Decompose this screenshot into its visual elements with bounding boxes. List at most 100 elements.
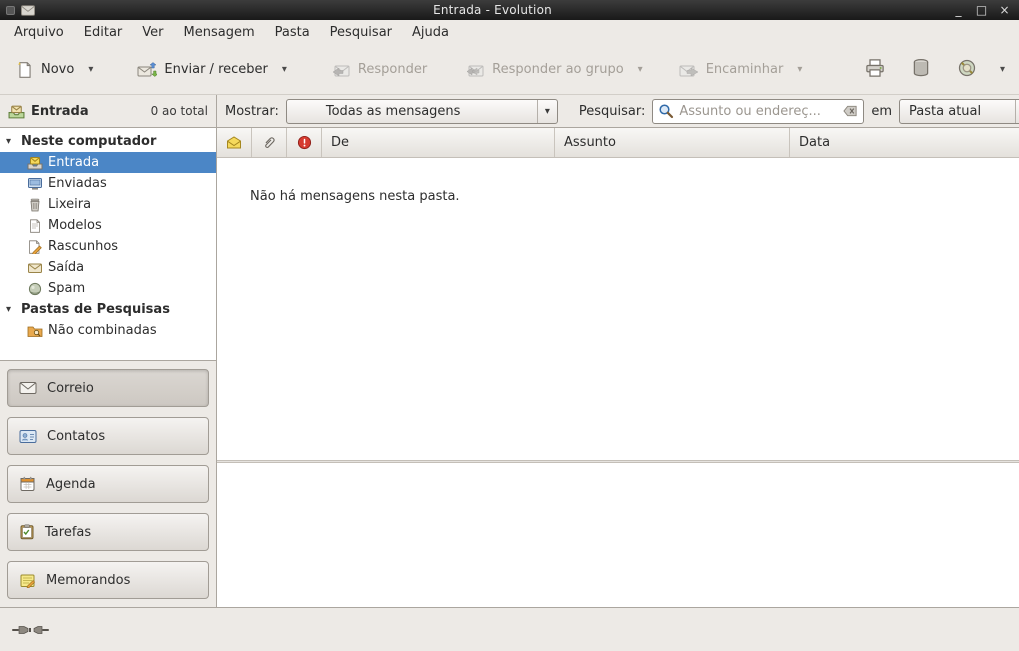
new-button[interactable]: Novo <box>8 53 82 87</box>
evolution-window: Entrada - Evolution _ □ × Arquivo Editar… <box>0 0 1019 651</box>
search-scope-value: Pasta atual <box>909 104 1007 119</box>
reply-group-button: Responder ao grupo <box>457 53 632 87</box>
window-title: Entrada - Evolution <box>41 3 944 17</box>
folder-item-rascunhos[interactable]: Rascunhos <box>0 236 216 257</box>
toolbar-overflow-arrow[interactable]: ▾ <box>994 58 1011 81</box>
expander-icon[interactable]: ▾ <box>6 304 16 315</box>
folder-item-saida[interactable]: Saída <box>0 257 216 278</box>
message-filter-dropdown[interactable]: Todas as mensagens ▾ <box>286 99 558 124</box>
spam-folder-icon <box>27 282 43 296</box>
switcher-tasks-button[interactable]: Tarefas <box>7 513 209 551</box>
window-body: ▾ Neste computador Entrada Enviadas <box>0 128 1019 607</box>
folder-label: Rascunhos <box>48 239 118 254</box>
folder-item-entrada[interactable]: Entrada <box>0 152 216 173</box>
titlebar: Entrada - Evolution _ □ × <box>0 0 1019 20</box>
new-dropdown-arrow[interactable]: ▾ <box>82 56 99 83</box>
folder-label: Modelos <box>48 218 102 233</box>
current-folder-panel: Entrada 0 ao total <box>0 95 217 127</box>
folder-item-spam[interactable]: Spam <box>0 278 216 299</box>
search-panel: Mostrar: Todas as mensagens ▾ Pesquisar:… <box>217 99 1019 124</box>
forward-dropdown-arrow: ▾ <box>791 56 808 83</box>
search-input[interactable] <box>679 104 838 119</box>
reply-group-dropdown-arrow: ▾ <box>632 56 649 83</box>
message-list-header: De Assunto Data <box>217 128 1019 158</box>
search-icon[interactable] <box>658 103 674 119</box>
in-label: em <box>871 104 892 119</box>
folder-item-modelos[interactable]: Modelos <box>0 215 216 236</box>
tree-group-this-computer[interactable]: ▾ Neste computador <box>0 131 216 152</box>
column-attachment[interactable] <box>252 128 287 157</box>
menu-arquivo[interactable]: Arquivo <box>4 22 74 43</box>
toolbar: Novo ▾ Enviar / receber ▾ Responder <box>0 45 1019 95</box>
calendar-icon <box>19 476 36 492</box>
column-date[interactable]: Data <box>790 128 1019 157</box>
switcher-label: Memorandos <box>46 573 130 588</box>
send-receive-dropdown-arrow[interactable]: ▾ <box>276 56 293 83</box>
message-list-pane: De Assunto Data Não há mensagens nesta p… <box>217 128 1019 607</box>
templates-folder-icon <box>27 219 43 233</box>
preview-pane <box>217 463 1019 607</box>
folder-label: Spam <box>48 281 85 296</box>
priority-icon <box>297 135 312 150</box>
column-label: Assunto <box>564 135 616 150</box>
clear-search-icon[interactable] <box>843 105 858 117</box>
forward-button: Encaminhar <box>671 53 792 87</box>
folder-item-enviadas[interactable]: Enviadas <box>0 173 216 194</box>
switcher-memos-button[interactable]: Memorandos <box>7 561 209 599</box>
minimize-button[interactable]: _ <box>950 1 967 19</box>
search-box <box>652 99 864 124</box>
switcher-label: Agenda <box>46 477 96 492</box>
chevron-down-icon: ▾ <box>1015 100 1019 123</box>
switcher-calendar-button[interactable]: Agenda <box>7 465 209 503</box>
column-subject[interactable]: Assunto <box>555 128 790 157</box>
folder-label: Enviadas <box>48 176 107 191</box>
switcher-label: Correio <box>47 381 94 396</box>
inbox-folder-icon <box>27 156 43 170</box>
column-priority[interactable] <box>287 128 322 157</box>
print-icon <box>865 58 885 78</box>
message-list-body[interactable]: Não há mensagens nesta pasta. <box>217 158 1019 460</box>
tree-group-search-folders[interactable]: ▾ Pastas de Pesquisas <box>0 299 216 320</box>
column-label: Data <box>799 135 830 150</box>
column-from[interactable]: De <box>322 128 555 157</box>
new-button-label: Novo <box>41 62 74 77</box>
send-receive-label: Enviar / receber <box>164 62 268 77</box>
reply-group-icon <box>465 61 485 79</box>
junk-button[interactable] <box>948 50 986 90</box>
search-scope-dropdown[interactable]: Pasta atual ▾ <box>899 99 1019 124</box>
send-receive-button[interactable]: Enviar / receber <box>129 53 276 87</box>
reply-button-label: Responder <box>358 62 427 77</box>
column-read-status[interactable] <box>217 128 252 157</box>
switcher-label: Tarefas <box>45 525 91 540</box>
sent-folder-icon <box>27 177 43 191</box>
menu-pasta[interactable]: Pasta <box>265 22 320 43</box>
filter-bar: Entrada 0 ao total Mostrar: Todas as men… <box>0 95 1019 128</box>
online-status-icon[interactable] <box>12 623 50 637</box>
expander-icon[interactable]: ▾ <box>6 136 16 147</box>
chevron-down-icon: ▾ <box>537 100 557 123</box>
column-label: De <box>331 135 349 150</box>
folder-item-nao-combinadas[interactable]: Não combinadas <box>0 320 216 341</box>
tasks-icon <box>19 524 35 540</box>
maximize-button[interactable]: □ <box>973 1 990 19</box>
junk-icon <box>957 58 977 78</box>
switcher-mail-button[interactable]: Correio <box>7 369 209 407</box>
close-button[interactable]: × <box>996 1 1013 19</box>
print-button[interactable] <box>856 50 894 90</box>
folder-item-lixeira[interactable]: Lixeira <box>0 194 216 215</box>
delete-button[interactable] <box>902 50 940 90</box>
menu-ver[interactable]: Ver <box>132 22 173 43</box>
menu-ajuda[interactable]: Ajuda <box>402 22 459 43</box>
folder-label: Lixeira <box>48 197 91 212</box>
outbox-folder-icon <box>27 261 43 275</box>
window-menu-icon[interactable] <box>6 6 15 15</box>
menu-editar[interactable]: Editar <box>74 22 133 43</box>
menu-pesquisar[interactable]: Pesquisar <box>320 22 402 43</box>
component-switcher: Correio Contatos Agenda <box>0 360 216 607</box>
tree-group-label: Neste computador <box>21 134 156 149</box>
reply-group-label: Responder ao grupo <box>492 62 624 77</box>
trash-folder-icon <box>27 198 43 212</box>
app-icon <box>21 5 35 16</box>
switcher-contacts-button[interactable]: Contatos <box>7 417 209 455</box>
menu-mensagem[interactable]: Mensagem <box>174 22 265 43</box>
